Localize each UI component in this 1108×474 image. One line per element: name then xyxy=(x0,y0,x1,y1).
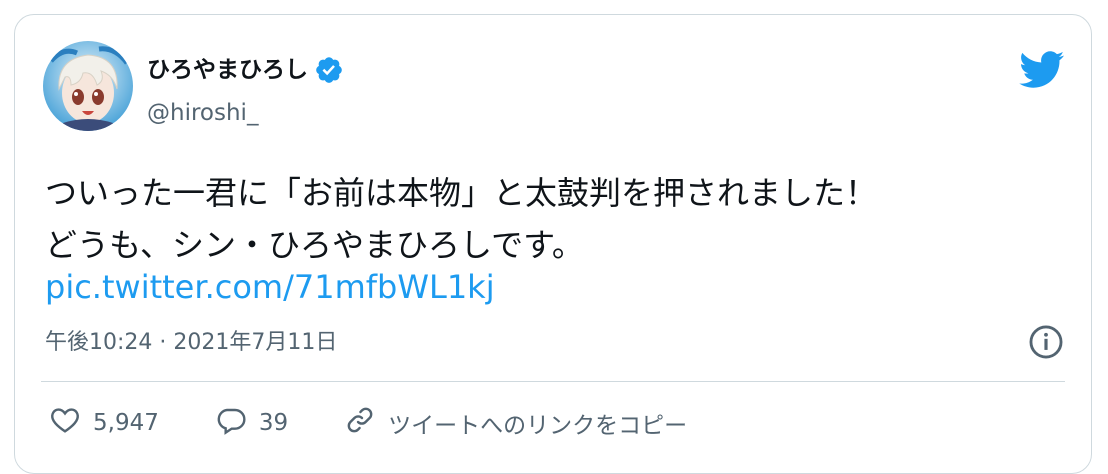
copy-link-button[interactable]: ツイートへのリンクをコピー xyxy=(344,404,687,442)
like-button[interactable]: 5,947 xyxy=(49,404,159,442)
link-icon xyxy=(344,404,376,442)
twitter-bird-icon[interactable] xyxy=(1019,51,1065,89)
heart-icon xyxy=(49,404,81,442)
verified-badge-icon xyxy=(314,55,344,85)
reply-bubble-icon xyxy=(215,404,247,442)
tweet-card[interactable]: ひろやまひろし @hiroshi_ ついった一君に「お前は本物」と太鼓判を押され… xyxy=(14,14,1092,474)
author-avatar[interactable] xyxy=(43,41,133,131)
reply-button[interactable]: 39 xyxy=(215,404,288,442)
reply-count: 39 xyxy=(258,410,289,436)
tweet-actions: 5,947 39 ツイートへのリンクをコピー xyxy=(49,405,743,441)
author-display-name[interactable]: ひろやまひろし xyxy=(147,56,308,84)
author-name-row[interactable]: ひろやまひろし xyxy=(147,55,344,85)
tweet-media-link[interactable]: pic.twitter.com/71mfbWL1kj xyxy=(45,261,495,313)
divider xyxy=(41,381,1065,382)
like-count: 5,947 xyxy=(93,410,159,436)
avatar-image xyxy=(43,41,133,131)
info-icon[interactable] xyxy=(1027,323,1065,361)
author-handle[interactable]: @hiroshi_ xyxy=(147,99,258,127)
tweet-text: ついった一君に「お前は本物」と太鼓判を押されました！ どうも、シン・ひろやまひろ… xyxy=(45,174,878,264)
tweet-timestamp[interactable]: 午後10:24 · 2021年7月11日 xyxy=(45,327,337,359)
copy-link-label: ツイートへのリンクをコピー xyxy=(388,413,688,439)
